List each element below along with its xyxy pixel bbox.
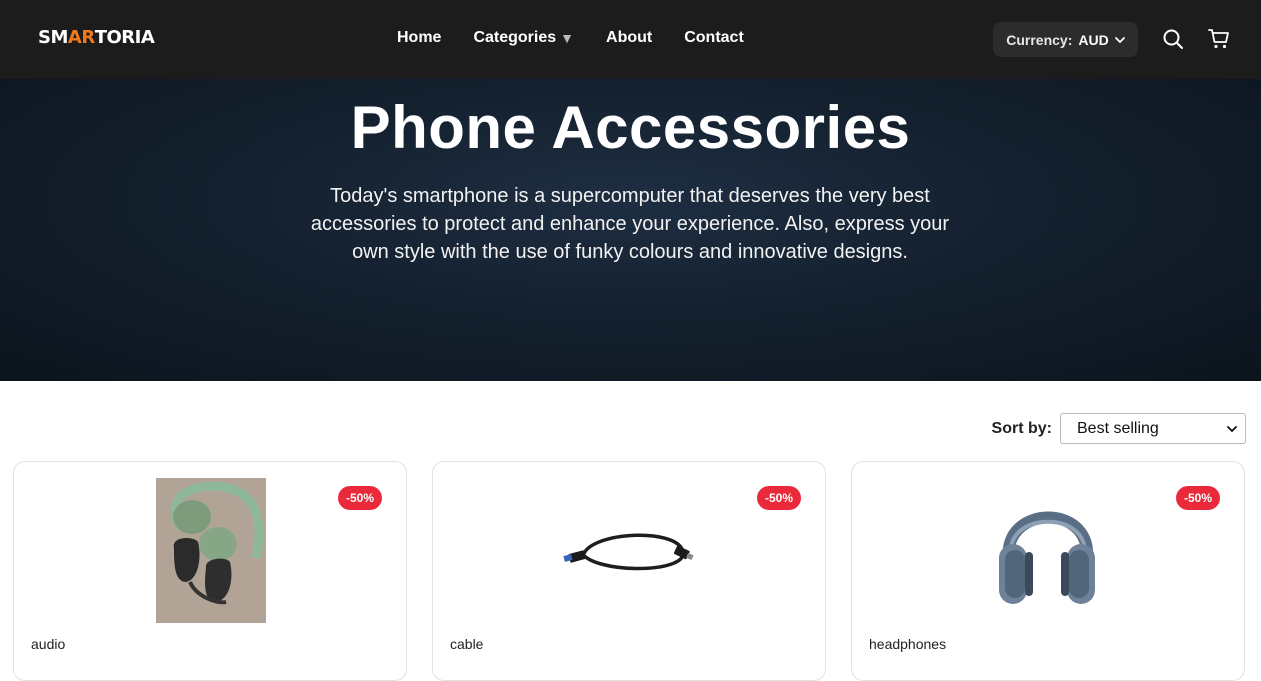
discount-badge: -50% xyxy=(337,486,382,510)
nav-home-label: Home xyxy=(397,29,442,46)
hero-banner: Phone Accessories Today's smartphone is … xyxy=(0,79,1261,381)
sort-selected-value: Best selling xyxy=(1077,419,1159,437)
discount-badge: -50% xyxy=(756,486,801,510)
logo-part2: TORIA xyxy=(94,27,155,48)
cart-icon[interactable] xyxy=(1208,28,1230,50)
discount-badge: -50% xyxy=(1175,486,1220,510)
product-image[interactable] xyxy=(995,488,1099,610)
product-category: cable xyxy=(450,636,484,652)
logo[interactable]: SM AR TORIA xyxy=(38,27,155,48)
search-icon[interactable] xyxy=(1162,28,1184,50)
sort-select[interactable]: Best selling xyxy=(1060,413,1246,444)
product-category: audio xyxy=(31,636,66,652)
product-card[interactable]: -50% audio xyxy=(13,461,407,681)
sort-bar: Sort by: Best selling xyxy=(992,413,1246,444)
logo-accent: AR xyxy=(67,27,95,48)
site-header: SM AR TORIA Home Categories ▼ About Contact… xyxy=(0,0,1261,79)
product-card[interactable]: -50% headphones xyxy=(851,461,1245,681)
sort-label: Sort by: xyxy=(991,419,1052,437)
product-image[interactable] xyxy=(156,478,266,623)
currency-selector[interactable]: Currency: AUD xyxy=(993,22,1138,57)
nav-contact-label: Contact xyxy=(684,29,744,46)
chevron-down-icon xyxy=(1114,36,1125,43)
nav-about[interactable]: About xyxy=(606,29,652,47)
nav-categories-label: Categories xyxy=(473,29,557,46)
nav-contact[interactable]: Contact xyxy=(684,29,744,47)
currency-label: Currency: xyxy=(1006,31,1073,48)
nav-about-label: About xyxy=(606,29,653,46)
chevron-down-icon xyxy=(1227,425,1237,432)
product-card[interactable]: -50% cable xyxy=(432,461,826,681)
product-image[interactable] xyxy=(563,512,698,582)
product-category: headphones xyxy=(869,636,947,652)
nav-home[interactable]: Home xyxy=(397,29,441,47)
nav-categories[interactable]: Categories ▼ xyxy=(473,29,574,47)
caret-down-icon: ▼ xyxy=(560,30,575,46)
currency-value: AUD xyxy=(1078,31,1109,48)
hero-description: Today's smartphone is a supercomputer th… xyxy=(310,185,950,263)
page-title: Phone Accessories xyxy=(350,94,911,161)
logo-part1: SM xyxy=(38,27,68,48)
main-nav: Home Categories ▼ About Contact xyxy=(397,29,744,47)
